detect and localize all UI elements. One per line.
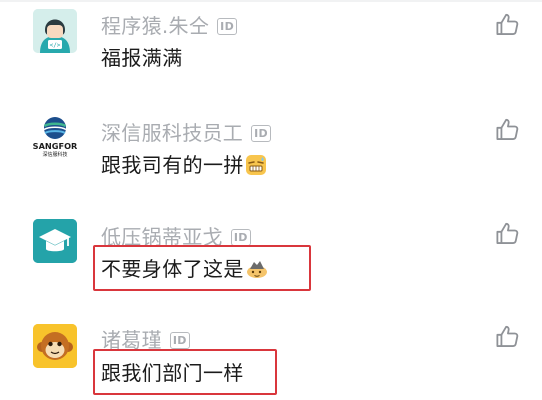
avatar[interactable]: </> [33,9,77,53]
highlight-box [93,245,311,291]
thumbs-up-icon[interactable] [494,323,521,350]
username-text[interactable]: 深信服科技员工 [101,121,243,145]
highlight-box [93,349,277,395]
avatar[interactable] [33,324,77,368]
comment-item: </> 程序猿.朱仝 ID 福报满满 [0,0,542,90]
comment-text: 跟我司有的一拼 [101,149,267,178]
thumbs-up-icon[interactable] [494,116,521,143]
grinning-sweat-emoji-icon [245,155,266,175]
sangfor-logo-subtitle: 深信服科技 [42,151,67,158]
sangfor-logo-text: SANGFOR [33,141,77,151]
comment-item: SANGFOR 深信服科技 深信服科技员工 ID 跟我司有的一拼 [0,110,542,210]
comment-text-content: 跟我司有的一拼 [101,153,244,177]
comment-text: 福报满满 [101,46,183,70]
programmer-avatar-icon: </> [33,9,77,53]
svg-text:</>: </> [50,42,61,49]
comment-username[interactable]: 程序猿.朱仝 ID [101,10,237,39]
id-badge: ID [230,229,251,246]
monkey-avatar-icon [33,324,77,368]
id-badge: ID [169,332,190,349]
sangfor-logo-icon: SANGFOR 深信服科技 [33,117,77,158]
graduation-cap-icon [33,219,77,263]
avatar[interactable] [33,219,77,263]
id-badge: ID [217,18,237,35]
id-badge: ID [251,125,271,142]
thumbs-up-icon[interactable] [494,11,521,38]
comment-username[interactable]: 深信服科技员工 ID [101,117,271,146]
avatar[interactable]: SANGFOR 深信服科技 [33,114,77,158]
thumbs-up-icon[interactable] [494,220,521,247]
username-text[interactable]: 程序猿.朱仝 [101,14,209,38]
